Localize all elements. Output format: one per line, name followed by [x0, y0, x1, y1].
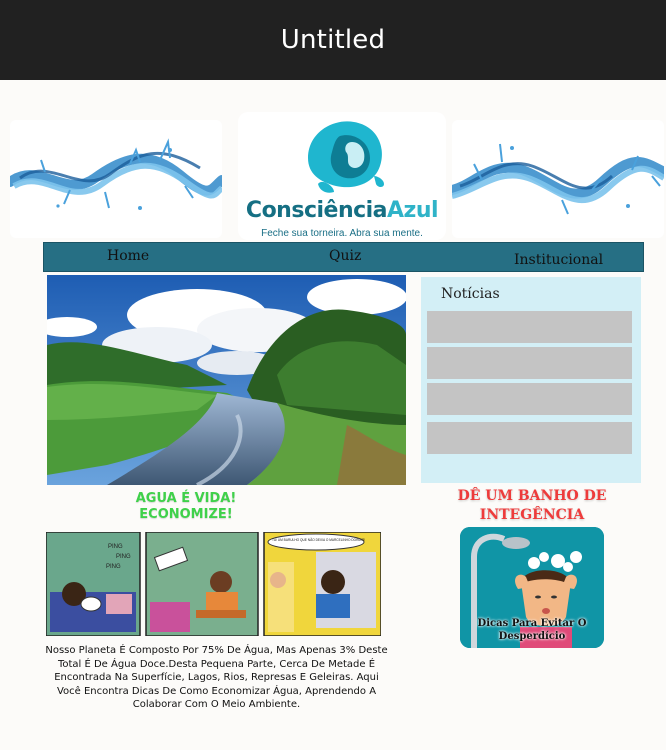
news-item[interactable]	[427, 383, 632, 415]
comic-strip-image: PING PING PING TÁ! UM BARULHO QUE NÃO DE…	[45, 531, 382, 637]
tips-label: Dicas Para Evitar O Desperdício	[460, 617, 604, 643]
news-item[interactable]	[427, 347, 632, 379]
window-title: Untitled	[280, 25, 386, 55]
logo-name-part1: Consciência	[245, 198, 388, 223]
comic-speech: TÁ! UM BARULHO QUE NÃO DEIXA O MARCELINH…	[272, 537, 365, 542]
logo-name-part2: Azul	[387, 198, 439, 223]
comic-sound: PING	[108, 544, 123, 550]
news-item[interactable]	[427, 422, 632, 454]
caption-line: AGUA É VIDA!	[135, 491, 237, 506]
river-landscape-image	[47, 275, 406, 485]
news-title: Notícias	[441, 286, 500, 302]
water-facts-paragraph: Nosso Planeta É Composto Por 75% De Água…	[45, 645, 388, 711]
nav-institucional[interactable]: Institucional	[514, 252, 603, 268]
caption-line: ECONOMIZE!	[139, 507, 233, 522]
news-item[interactable]	[427, 311, 632, 343]
logo-name: ConsciênciaAzul	[238, 198, 446, 223]
water-saving-tips-card[interactable]: Dicas Para Evitar O Desperdício	[460, 527, 604, 648]
window-title-bar: Untitled	[0, 0, 666, 80]
caption-line: INTEGÊNCIA	[479, 507, 585, 523]
main-nav: Home Quiz Institucional	[43, 242, 644, 272]
header-banner: ConsciênciaAzul Feche sua torneira. Abra…	[0, 112, 666, 242]
tips-label-line: Desperdício	[498, 631, 566, 642]
news-panel: Notícias	[421, 277, 641, 483]
water-splash-image-right	[452, 120, 664, 238]
comic-sound: PING	[106, 564, 121, 570]
nav-home[interactable]: Home	[107, 248, 149, 264]
water-drop-head-icon	[308, 121, 384, 193]
shower-caption: DÊ UM BANHO DE INTEGÊNCIA	[442, 487, 622, 525]
comic-sound: PING	[116, 554, 131, 560]
water-is-life-caption: AGUA É VIDA! ECONOMIZE!	[106, 491, 266, 523]
logo[interactable]: ConsciênciaAzul Feche sua torneira. Abra…	[238, 112, 446, 240]
caption-line: DÊ UM BANHO DE	[457, 488, 607, 504]
water-splash-image-left	[10, 120, 222, 238]
nav-quiz[interactable]: Quiz	[329, 248, 361, 264]
tips-label-line: Dicas Para Evitar O	[477, 618, 587, 629]
logo-tagline: Feche sua torneira. Abra sua mente.	[261, 228, 423, 239]
